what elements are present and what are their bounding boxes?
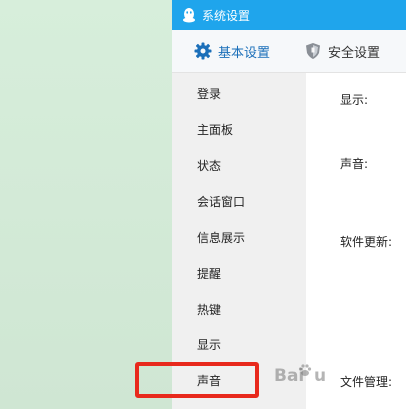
sidebar-item-label: 热键	[197, 302, 222, 317]
gear-icon	[194, 42, 212, 60]
sidebar-item-label: 登录	[197, 86, 222, 101]
sidebar-item-label: 主面板	[197, 122, 234, 137]
tab-basic-settings[interactable]: 基本设置	[194, 30, 270, 72]
baidu-watermark: Bai u	[266, 362, 406, 398]
tab-basic-settings-label: 基本设置	[218, 45, 271, 61]
sidebar-item-label: 显示	[197, 337, 222, 352]
shield-icon	[304, 42, 322, 60]
settings-content: 显示: 声音: 软件更新: 文件管理:	[306, 73, 406, 409]
qq-penguin-icon	[182, 7, 196, 23]
sidebar-item-label: 会话窗口	[197, 194, 246, 209]
settings-sidebar: 登录 主面板 状态 会话窗口 信息展示 提醒 热键 显示 声音	[172, 73, 306, 409]
tab-security-settings-label: 安全设置	[328, 45, 381, 61]
desktop-background	[0, 0, 172, 409]
sidebar-item-label: 信息展示	[197, 230, 246, 245]
sidebar-item-label: 提醒	[197, 266, 222, 281]
sidebar-item-main-panel[interactable]: 主面板	[172, 111, 306, 147]
tab-security-settings[interactable]: 安全设置	[304, 30, 380, 72]
sidebar-item-label: 状态	[197, 158, 222, 173]
settings-tabs: 基本设置 安全设置	[172, 30, 406, 73]
sidebar-item-login[interactable]: 登录	[172, 75, 306, 111]
sidebar-item-display[interactable]: 显示	[172, 326, 306, 362]
section-label-software-update: 软件更新:	[340, 235, 393, 249]
sidebar-item-chat-window[interactable]: 会话窗口	[172, 183, 306, 219]
section-label-display: 显示:	[340, 93, 369, 107]
sidebar-item-info-display[interactable]: 信息展示	[172, 219, 306, 255]
sidebar-item-reminder[interactable]: 提醒	[172, 255, 306, 291]
watermark-text-suffix: u	[314, 366, 327, 386]
sidebar-item-hotkey[interactable]: 热键	[172, 291, 306, 327]
paw-icon	[298, 364, 312, 376]
title-bar[interactable]: 系统设置	[172, 0, 406, 30]
section-label-sound: 声音:	[340, 157, 369, 171]
red-highlight-box	[135, 362, 259, 398]
settings-window: 系统设置 基本设置 安全设置 登录 主面板 状态 会话窗口 信息展示 提醒 热键…	[172, 0, 406, 409]
sidebar-item-status[interactable]: 状态	[172, 147, 306, 183]
window-title: 系统设置	[202, 8, 251, 23]
